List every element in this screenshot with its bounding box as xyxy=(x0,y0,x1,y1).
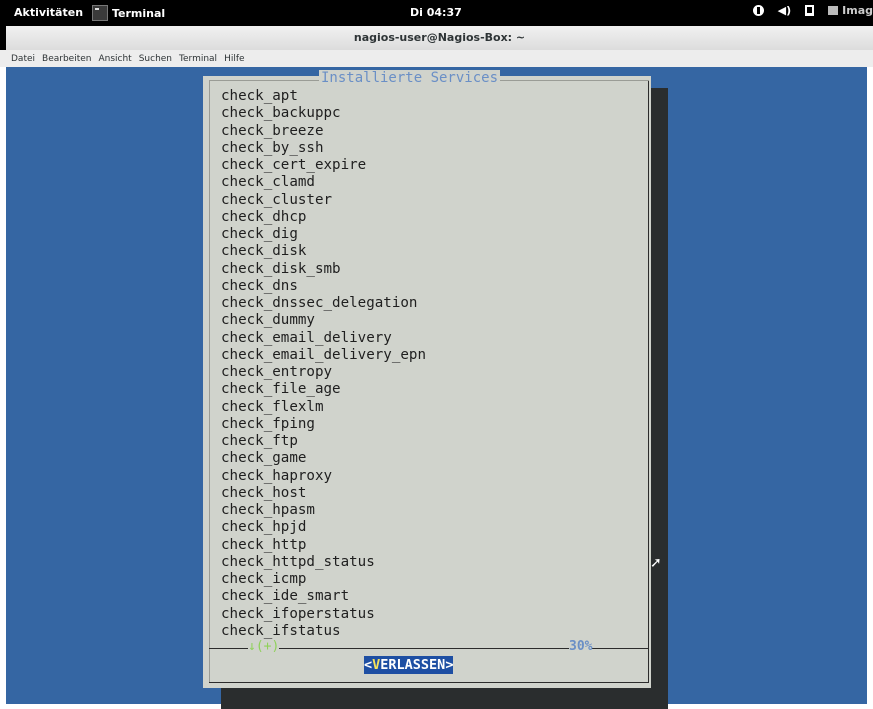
terminal-app-icon xyxy=(92,5,108,21)
scroll-indicator: ↓(+) xyxy=(248,639,280,654)
list-item[interactable]: check_dns xyxy=(221,278,426,295)
list-item[interactable]: check_breeze xyxy=(221,123,426,140)
volume-icon[interactable]: ◀) xyxy=(778,4,792,17)
list-item[interactable]: check_by_ssh xyxy=(221,140,426,157)
menu-item-bearbeiten[interactable]: Bearbeiten xyxy=(42,54,91,64)
list-item[interactable]: check_http xyxy=(221,537,426,554)
list-item[interactable]: check_backuppc xyxy=(221,105,426,122)
exit-button-hotkey: V xyxy=(372,657,381,673)
list-item[interactable]: check_dhcp xyxy=(221,209,426,226)
list-item[interactable]: check_ifoperstatus xyxy=(221,606,426,623)
list-item[interactable]: check_flexlm xyxy=(221,399,426,416)
list-item[interactable]: check_disk xyxy=(221,243,426,260)
services-list[interactable]: check_apt check_backuppc check_breeze check… xyxy=(221,88,426,640)
list-item[interactable]: check_ftp xyxy=(221,433,426,450)
scroll-percent: 30% xyxy=(569,639,593,654)
window-title[interactable]: nagios-user@Nagios-Box: ~ xyxy=(6,26,873,51)
list-item[interactable]: check_ide_smart xyxy=(221,588,426,605)
list-item[interactable]: check_hpasm xyxy=(221,502,426,519)
tray-label[interactable]: Imag xyxy=(842,4,873,17)
list-item[interactable]: check_apt xyxy=(221,88,426,105)
exit-button-open: < xyxy=(364,657,373,673)
list-item[interactable]: check_icmp xyxy=(221,571,426,588)
menu-bar: Datei Bearbeiten Ansicht Suchen Terminal… xyxy=(0,50,873,67)
list-item[interactable]: check_disk_smb xyxy=(221,261,426,278)
menu-item-ansicht[interactable]: Ansicht xyxy=(98,54,131,64)
list-item[interactable]: check_game xyxy=(221,450,426,467)
menu-item-hilfe[interactable]: Hilfe xyxy=(224,54,244,64)
network-icon[interactable] xyxy=(805,5,815,16)
list-item[interactable]: check_dig xyxy=(221,226,426,243)
list-item[interactable]: check_haproxy xyxy=(221,468,426,485)
clock[interactable]: Di 04:37 xyxy=(410,6,462,19)
dialog-bottom-border xyxy=(209,682,649,683)
list-item[interactable]: check_email_delivery xyxy=(221,330,426,347)
exit-button-close: > xyxy=(445,657,454,673)
activities-button[interactable]: Aktivitäten xyxy=(14,6,83,19)
dialog-title: Installierte Services xyxy=(319,70,501,86)
list-item[interactable]: check_dummy xyxy=(221,312,426,329)
list-item[interactable]: check_hpjd xyxy=(221,519,426,536)
menu-item-suchen[interactable]: Suchen xyxy=(139,54,172,64)
menu-item-terminal[interactable]: Terminal xyxy=(179,54,217,64)
list-item[interactable]: check_clamd xyxy=(221,174,426,191)
gnome-top-bar: Aktivitäten Terminal Di 04:37 ◀) Imag xyxy=(0,0,873,26)
list-item[interactable]: check_email_delivery_epn xyxy=(221,347,426,364)
image-icon[interactable] xyxy=(828,6,839,15)
list-item[interactable]: check_host xyxy=(221,485,426,502)
list-item[interactable]: check_cert_expire xyxy=(221,157,426,174)
menu-item-datei[interactable]: Datei xyxy=(11,54,35,64)
list-item[interactable]: check_dnssec_delegation xyxy=(221,295,426,312)
list-item[interactable]: check_cluster xyxy=(221,192,426,209)
exit-button[interactable]: < V ERLASSEN > xyxy=(364,656,454,674)
list-item[interactable]: check_ifstatus xyxy=(221,623,426,640)
accessibility-icon[interactable] xyxy=(752,5,764,16)
app-menu-label: Terminal xyxy=(112,6,166,20)
list-item[interactable]: check_entropy xyxy=(221,364,426,381)
list-item[interactable]: check_httpd_status xyxy=(221,554,426,571)
exit-button-label: ERLASSEN xyxy=(380,657,446,673)
list-item[interactable]: check_fping xyxy=(221,416,426,433)
app-menu[interactable]: Terminal xyxy=(92,3,165,23)
system-tray: ◀) Imag xyxy=(752,4,873,17)
mouse-cursor-icon: ➚ xyxy=(650,555,662,571)
list-item[interactable]: check_file_age xyxy=(221,381,426,398)
